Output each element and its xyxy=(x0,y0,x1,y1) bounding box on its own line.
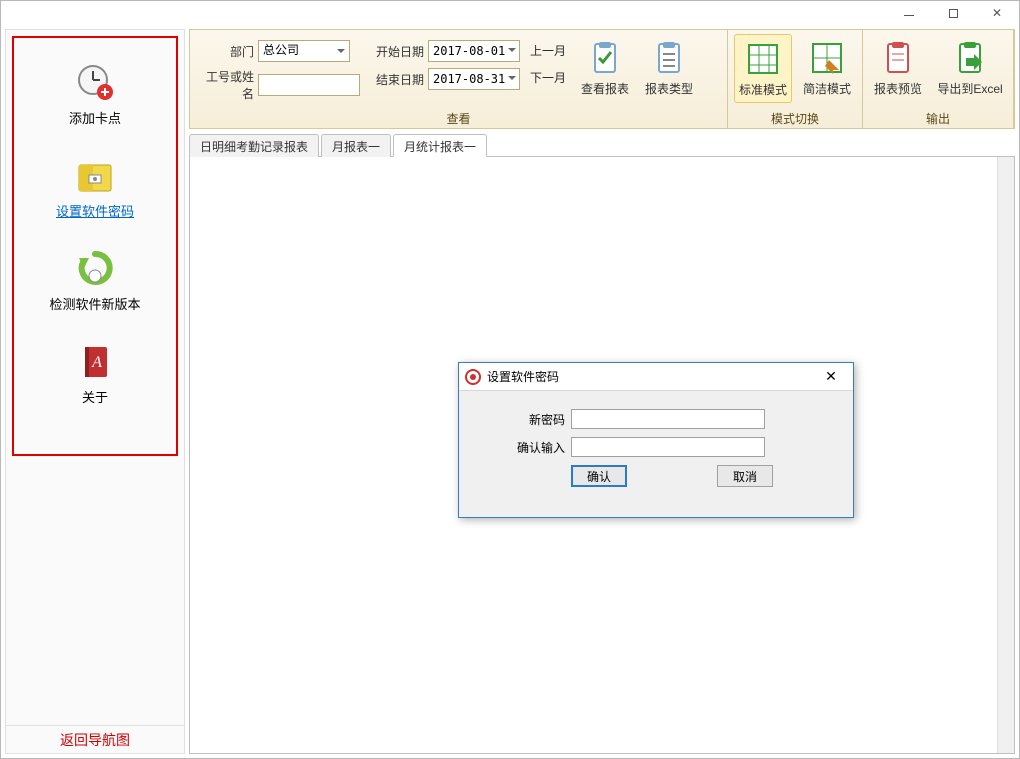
ribbon-group-label: 输出 xyxy=(869,108,1007,128)
grid-green-icon xyxy=(743,39,783,79)
sidebar-footer-link[interactable]: 返回导航图 xyxy=(6,725,184,753)
clipboard-red-icon xyxy=(878,38,918,78)
minimize-button[interactable] xyxy=(887,1,931,25)
ribbon-group-label: 查看 xyxy=(196,108,721,128)
maximize-button[interactable] xyxy=(931,1,975,25)
start-date-label: 开始日期 xyxy=(366,43,424,60)
id-name-label: 工号或姓名 xyxy=(196,68,254,102)
view-report-button[interactable]: 查看报表 xyxy=(576,34,634,101)
end-date-label: 结束日期 xyxy=(366,71,424,88)
export-excel-button[interactable]: 导出到Excel xyxy=(933,34,1007,101)
main-area: 部门 总公司 工号或姓名 开始日期 xyxy=(189,29,1015,754)
sidebar-main: 添加卡点 设置软件密码 检测软件新版本 xyxy=(6,30,184,725)
button-label: 简洁模式 xyxy=(803,80,851,97)
id-name-input[interactable] xyxy=(258,74,360,96)
new-password-label: 新密码 xyxy=(479,411,565,428)
button-label: 报表类型 xyxy=(645,80,693,97)
tab-daily-detail[interactable]: 日明细考勤记录报表 xyxy=(189,134,319,157)
sidebar-item-label: 检测软件新版本 xyxy=(49,294,140,313)
titlebar xyxy=(1,1,1019,25)
set-password-dialog: 设置软件密码 ✕ 新密码 确认输入 确认 xyxy=(458,362,854,518)
clipboard-check-icon xyxy=(585,38,625,78)
refresh-icon xyxy=(75,248,115,288)
tab-monthly-1[interactable]: 月报表一 xyxy=(321,134,391,157)
report-type-button[interactable]: 报表类型 xyxy=(640,34,698,101)
ribbon-group-output: 报表预览 导出到Excel 输出 xyxy=(863,30,1014,128)
simple-mode-button[interactable]: 简洁模式 xyxy=(798,34,856,101)
sidebar-item-about[interactable]: A 关于 xyxy=(18,341,172,406)
confirm-password-input[interactable] xyxy=(571,437,765,457)
dept-combo[interactable]: 总公司 xyxy=(258,40,350,62)
button-label: 报表预览 xyxy=(874,80,922,97)
button-label: 标准模式 xyxy=(739,81,787,98)
ribbon-group-view: 部门 总公司 工号或姓名 开始日期 xyxy=(190,30,728,128)
next-month-button[interactable]: 下一月 xyxy=(526,67,570,88)
clipboard-list-icon xyxy=(649,38,689,78)
start-date-input[interactable] xyxy=(428,40,520,62)
tabs-row: 日明细考勤记录报表 月报表一 月统计报表一 xyxy=(189,133,1015,157)
book-icon: A xyxy=(75,341,115,381)
report-preview-button[interactable]: 报表预览 xyxy=(869,34,927,101)
report-pane: 设置软件密码 ✕ 新密码 确认输入 确认 xyxy=(189,157,1015,754)
grid-arrow-icon xyxy=(807,38,847,78)
sidebar-item-add-card-point[interactable]: 添加卡点 xyxy=(18,62,172,127)
dialog-body: 新密码 确认输入 确认 取消 xyxy=(459,391,853,497)
ribbon: 部门 总公司 工号或姓名 开始日期 xyxy=(189,29,1015,129)
dialog-cancel-button[interactable]: 取消 xyxy=(717,465,773,487)
button-label: 导出到Excel xyxy=(937,80,1002,97)
content-wrap: 添加卡点 设置软件密码 检测软件新版本 xyxy=(1,25,1019,758)
standard-mode-button[interactable]: 标准模式 xyxy=(734,34,792,103)
prev-month-button[interactable]: 上一月 xyxy=(526,40,570,61)
lock-box-icon xyxy=(75,155,115,195)
app-icon xyxy=(465,369,481,385)
clipboard-export-icon xyxy=(950,38,990,78)
sidebar-item-label: 添加卡点 xyxy=(69,108,121,127)
new-password-input[interactable] xyxy=(571,409,765,429)
confirm-password-label: 确认输入 xyxy=(479,439,565,456)
dept-label: 部门 xyxy=(196,43,254,60)
sidebar-item-check-update[interactable]: 检测软件新版本 xyxy=(18,248,172,313)
dialog-titlebar[interactable]: 设置软件密码 ✕ xyxy=(459,363,853,391)
sidebar-highlight-box: 添加卡点 设置软件密码 检测软件新版本 xyxy=(12,36,178,456)
ribbon-group-mode: 标准模式 简洁模式 模式切换 xyxy=(728,30,863,128)
end-date-input[interactable] xyxy=(428,68,520,90)
dialog-ok-button[interactable]: 确认 xyxy=(571,465,627,487)
window-frame: 添加卡点 设置软件密码 检测软件新版本 xyxy=(0,0,1020,759)
tab-monthly-stats-1[interactable]: 月统计报表一 xyxy=(393,134,487,157)
dialog-close-button[interactable]: ✕ xyxy=(815,368,847,385)
sidebar-item-set-password[interactable]: 设置软件密码 xyxy=(18,155,172,220)
ribbon-group-label: 模式切换 xyxy=(734,108,856,128)
sidebar: 添加卡点 设置软件密码 检测软件新版本 xyxy=(5,29,185,754)
dialog-title: 设置软件密码 xyxy=(487,368,815,385)
svg-text:A: A xyxy=(91,354,102,371)
clock-plus-icon xyxy=(75,62,115,102)
button-label: 查看报表 xyxy=(581,80,629,97)
sidebar-item-label: 设置软件密码 xyxy=(56,201,134,220)
close-button[interactable] xyxy=(975,1,1019,25)
sidebar-item-label: 关于 xyxy=(82,387,108,406)
